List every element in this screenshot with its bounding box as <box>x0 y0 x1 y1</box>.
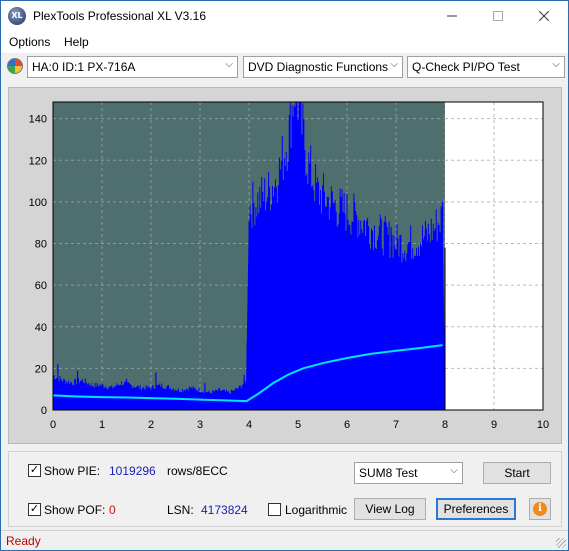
x-tick-label: 8 <box>442 419 448 431</box>
app-window: XL PlexTools Professional XL V3.16 Optio… <box>0 0 569 551</box>
show-pof-label: Show POF: <box>44 503 106 517</box>
info-button[interactable]: i <box>529 498 551 520</box>
drive-select-value: HA:0 ID:1 PX-716A <box>32 60 136 74</box>
y-tick-label: 100 <box>29 197 47 209</box>
y-tick-label: 80 <box>35 239 47 251</box>
function-select-value: DVD Diagnostic Functions <box>248 60 389 74</box>
drive-status-icon <box>7 58 23 74</box>
menu-options[interactable]: Options <box>9 35 50 49</box>
x-tick-label: 10 <box>537 419 549 431</box>
x-tick-label: 1 <box>99 419 105 431</box>
status-bar: Ready <box>1 530 568 550</box>
logarithmic-checkbox[interactable] <box>268 503 281 516</box>
pie-unit: rows/8ECC <box>167 464 228 478</box>
minimize-button[interactable] <box>429 1 475 31</box>
test-select[interactable]: Q-Check PI/PO Test ⌵ <box>407 56 565 78</box>
chevron-down-icon: ⌵ <box>225 59 233 70</box>
x-tick-label: 3 <box>197 419 203 431</box>
controls-panel: ✓ Show PIE: 1019296 rows/8ECC ✓ Show POF… <box>8 451 562 527</box>
app-logo-icon: XL <box>8 7 26 25</box>
logarithmic-label: Logarithmic <box>285 503 348 517</box>
unscanned-area <box>445 102 543 410</box>
minimize-icon <box>447 15 457 17</box>
chevron-down-icon: ⌵ <box>552 59 560 70</box>
toolbar: HA:0 ID:1 PX-716A ⌵ DVD Diagnostic Funct… <box>1 53 568 81</box>
chevron-down-icon: ⌵ <box>450 465 458 476</box>
lsn-label: LSN: <box>167 503 194 517</box>
y-tick-label: 20 <box>35 363 47 375</box>
chart-panel: 0 1 2 3 4 5 6 7 8 9 10 0 20 40 60 80 100 120 140 <box>8 87 562 444</box>
window-title: PlexTools Professional XL V3.16 <box>33 9 206 23</box>
start-button[interactable]: Start <box>483 462 551 484</box>
drive-select[interactable]: HA:0 ID:1 PX-716A ⌵ <box>27 56 238 78</box>
test-mode-select[interactable]: SUM8 Test ⌵ <box>354 462 463 484</box>
y-tick-label: 140 <box>29 114 47 126</box>
x-tick-label: 4 <box>246 419 252 431</box>
close-button[interactable] <box>521 1 567 31</box>
show-pie-label: Show PIE: <box>44 464 101 478</box>
x-tick-label: 2 <box>148 419 154 431</box>
close-icon <box>539 11 549 21</box>
x-tick-label: 7 <box>393 419 399 431</box>
info-icon: i <box>533 502 547 516</box>
y-tick-label: 0 <box>41 405 47 417</box>
title-bar: XL PlexTools Professional XL V3.16 <box>1 1 568 31</box>
test-select-value: Q-Check PI/PO Test <box>412 60 520 74</box>
chevron-down-icon: ⌵ <box>390 59 398 70</box>
function-select[interactable]: DVD Diagnostic Functions ⌵ <box>243 56 403 78</box>
maximize-icon <box>493 11 503 21</box>
x-tick-label: 5 <box>295 419 301 431</box>
lsn-value: 4173824 <box>201 503 248 517</box>
y-tick-label: 120 <box>29 155 47 167</box>
maximize-button[interactable] <box>475 1 521 31</box>
x-tick-label: 9 <box>491 419 497 431</box>
y-tick-label: 60 <box>35 280 47 292</box>
resize-grip-icon[interactable] <box>556 538 566 548</box>
test-mode-value: SUM8 Test <box>359 466 418 480</box>
pi-po-chart: 0 1 2 3 4 5 6 7 8 9 10020406080100120140 <box>29 101 549 431</box>
pie-value: 1019296 <box>109 464 156 478</box>
menu-bar: Options Help <box>1 31 568 53</box>
x-tick-label: 0 <box>50 419 56 431</box>
x-tick-label: 6 <box>344 419 350 431</box>
view-log-button[interactable]: View Log <box>354 498 426 520</box>
show-pof-checkbox[interactable]: ✓ <box>28 503 41 516</box>
show-pie-checkbox[interactable]: ✓ <box>28 464 41 477</box>
menu-help[interactable]: Help <box>64 35 89 49</box>
preferences-button[interactable]: Preferences <box>436 498 516 520</box>
pof-value: 0 <box>109 503 116 517</box>
y-tick-label: 40 <box>35 322 47 334</box>
status-text: Ready <box>6 534 41 548</box>
